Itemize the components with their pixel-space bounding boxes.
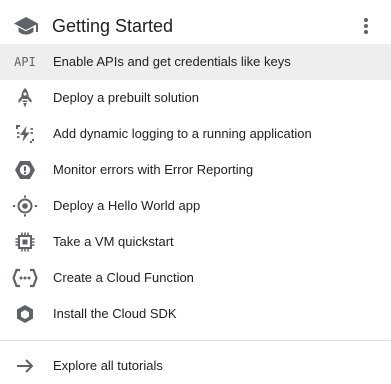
list-item-label: Add dynamic logging to a running applica… (53, 126, 312, 141)
graduation-cap-icon (13, 14, 39, 38)
list-item-label: Create a Cloud Function (53, 270, 194, 285)
error-reporting-icon (12, 158, 38, 182)
list-item-dynamic-logging[interactable]: Add dynamic logging to a running applica… (0, 116, 391, 152)
list-item-prebuilt-solution[interactable]: Deploy a prebuilt solution (0, 80, 391, 116)
list-item-cloud-sdk[interactable]: Install the Cloud SDK (0, 296, 391, 332)
divider (0, 340, 391, 341)
list-item-cloud-function[interactable]: Create a Cloud Function (0, 260, 391, 296)
list-item-enable-apis[interactable]: API Enable APIs and get credentials like… (0, 44, 391, 80)
list-item-label: Take a VM quickstart (53, 234, 174, 249)
list-item-vm-quickstart[interactable]: Take a VM quickstart (0, 224, 391, 260)
list-item-error-reporting[interactable]: Monitor errors with Error Reporting (0, 152, 391, 188)
page-title: Getting Started (52, 16, 174, 36)
vm-chip-icon (12, 230, 38, 254)
list-item-label: Monitor errors with Error Reporting (53, 162, 254, 177)
footer-label: Explore all tutorials (53, 358, 163, 373)
hello-world-icon (12, 194, 38, 218)
getting-started-card: Getting Started API Enable APIs and get … (0, 0, 391, 384)
tutorial-list: API Enable APIs and get credentials like… (0, 44, 391, 332)
cloud-functions-icon (12, 266, 38, 290)
cloud-sdk-icon (12, 302, 38, 326)
debugger-icon (12, 122, 38, 146)
explore-all-tutorials-link[interactable]: Explore all tutorials (0, 348, 391, 384)
list-item-label: Deploy a Hello World app (53, 198, 201, 213)
list-item-label: Install the Cloud SDK (53, 306, 177, 321)
more-vert-icon[interactable] (356, 14, 376, 38)
list-item-hello-world[interactable]: Deploy a Hello World app (0, 188, 391, 224)
arrow-forward-icon (12, 354, 38, 378)
list-item-label: Deploy a prebuilt solution (53, 90, 199, 105)
list-item-label: Enable APIs and get credentials like key… (53, 54, 291, 69)
card-header: Getting Started (0, 8, 391, 44)
rocket-icon (12, 86, 38, 110)
api-icon: API (14, 55, 36, 69)
